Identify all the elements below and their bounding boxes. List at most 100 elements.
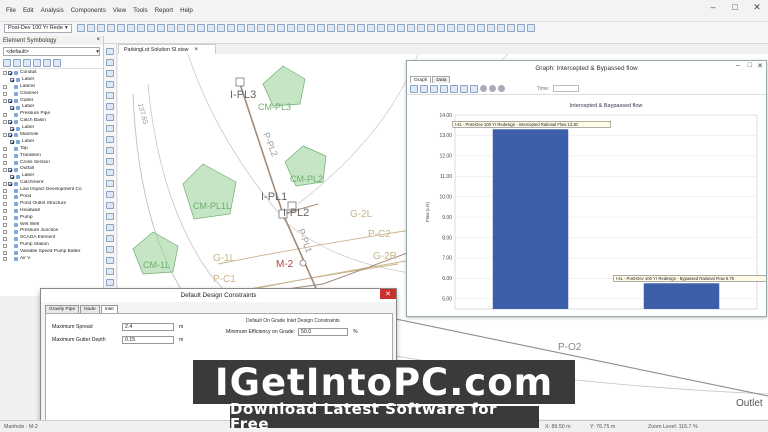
visibility-checkbox[interactable] [8,99,12,103]
visibility-checkbox[interactable] [10,126,14,131]
toolbar-button-icon[interactable] [316,24,325,32]
toolbar-button-icon[interactable] [416,24,425,32]
expand-icon[interactable] [3,209,7,214]
expand-icon[interactable] [3,147,7,152]
menu-item-file[interactable]: File [6,7,16,14]
move-up-icon[interactable] [43,59,51,67]
visibility-checkbox[interactable] [8,71,12,76]
minimize-icon[interactable]: – [736,62,740,69]
expand-icon[interactable] [3,250,7,255]
toolbar-button-icon[interactable] [246,24,255,32]
expand-icon[interactable] [3,133,7,138]
toolbar-button-icon[interactable] [426,24,435,32]
toolbar-button-icon[interactable] [186,24,195,32]
expand-icon[interactable] [3,181,7,186]
expand-icon[interactable] [3,167,7,172]
symbology-dropdown[interactable]: <default> ▾ [3,47,100,56]
toolbar-button-icon[interactable] [146,24,155,32]
layout-tool-icon[interactable] [106,147,114,154]
layout-tool-icon[interactable] [106,224,114,231]
visibility-checkbox[interactable] [10,105,14,110]
symbology-item[interactable]: SCADA Element [0,235,103,242]
symbology-item[interactable]: Catchment [0,180,103,187]
toolbar-button-icon[interactable] [336,24,345,32]
toolbar-button-icon[interactable] [386,24,395,32]
expand-icon[interactable] [3,257,7,262]
close-icon[interactable]: ✕ [757,62,763,70]
toolbar-button-icon[interactable] [376,24,385,32]
expand-icon[interactable] [3,243,7,248]
tab-graph[interactable]: Graph [410,76,432,83]
toolbar-button-icon[interactable] [436,24,445,32]
properties-icon[interactable] [33,59,41,67]
visibility-checkbox[interactable] [10,78,14,83]
add-icon[interactable] [3,59,11,67]
toolbar-button-icon[interactable] [226,24,235,32]
bar[interactable] [643,283,720,309]
tab-data[interactable]: Data [432,76,451,83]
toolbar-button-icon[interactable] [516,24,525,32]
layout-tool-icon[interactable] [106,136,114,143]
chart-settings-icon[interactable] [430,84,438,93]
toolbar-button-icon[interactable] [406,24,415,32]
toolbar-button-icon[interactable] [176,24,185,32]
toolbar-button-icon[interactable] [156,24,165,32]
toolbar-button-icon[interactable] [476,24,485,32]
expand-icon[interactable] [3,92,7,97]
symbology-item[interactable]: Pressure Junction [0,228,103,235]
symbology-item[interactable]: Label [0,173,103,180]
close-icon[interactable]: × [194,47,198,53]
expand-icon[interactable] [3,195,7,200]
pause-icon[interactable] [498,85,505,92]
layout-tool-icon[interactable] [106,257,114,264]
toolbar-button-icon[interactable] [96,24,105,32]
layout-tool-icon[interactable] [106,81,114,88]
symbology-item[interactable]: Air V [0,256,103,263]
stop-icon[interactable] [480,85,487,92]
toolbar-button-icon[interactable] [496,24,505,32]
visibility-checkbox[interactable] [10,174,14,179]
minimum-efficiency-input[interactable]: 50.0 [298,328,348,336]
symbology-item[interactable]: Conduit [0,70,103,77]
visibility-checkbox[interactable] [10,140,14,145]
layout-tool-icon[interactable] [106,70,114,77]
maximum-gutter-depth-input[interactable]: 0.15 [122,336,174,344]
layout-tool-icon[interactable] [106,235,114,242]
edit-icon[interactable] [23,59,31,67]
layout-tool-icon[interactable] [106,246,114,253]
pipe-p-c2[interactable] [322,248,419,285]
toolbar-button-icon[interactable] [326,24,335,32]
toolbar-button-icon[interactable] [506,24,515,32]
toolbar-button-icon[interactable] [456,24,465,32]
layout-tool-icon[interactable] [106,48,114,55]
visibility-checkbox[interactable] [8,133,12,138]
layout-tool-icon[interactable] [106,92,114,99]
symbology-item[interactable]: Variable Speed Pump Batter [0,249,103,256]
layout-tool-icon[interactable] [106,213,114,220]
toolbar-button-icon[interactable] [526,24,535,32]
toolbar-button-icon[interactable] [86,24,95,32]
toolbar-button-icon[interactable] [236,24,245,32]
toolbar-button-icon[interactable] [306,24,315,32]
expand-icon[interactable] [3,188,7,193]
toolbar-button-icon[interactable] [166,24,175,32]
menu-item-report[interactable]: Report [155,7,174,14]
symbology-item[interactable]: Transition [0,153,103,160]
symbology-item[interactable]: Outfall [0,166,103,173]
symbology-item[interactable]: Label [0,77,103,84]
symbology-item[interactable]: Pond [0,194,103,201]
expand-icon[interactable] [3,161,7,166]
toolbar-button-icon[interactable] [266,24,275,32]
series-options-icon[interactable] [420,84,428,93]
toolbar-button-icon[interactable] [76,24,85,32]
layout-tool-icon[interactable] [106,202,114,209]
layout-tool-icon[interactable] [106,158,114,165]
document-tab[interactable]: ParkingLot Solution SI.stsw × [118,44,216,54]
visibility-checkbox[interactable] [8,181,12,186]
menu-item-analysis[interactable]: Analysis [41,7,64,14]
symbology-item[interactable]: Gutter [0,98,103,105]
zoom-icon[interactable] [460,84,468,93]
tab-inlet[interactable]: Inlet [100,305,118,313]
menu-item-view[interactable]: View [113,7,126,14]
manhole-m-2[interactable] [299,259,307,267]
